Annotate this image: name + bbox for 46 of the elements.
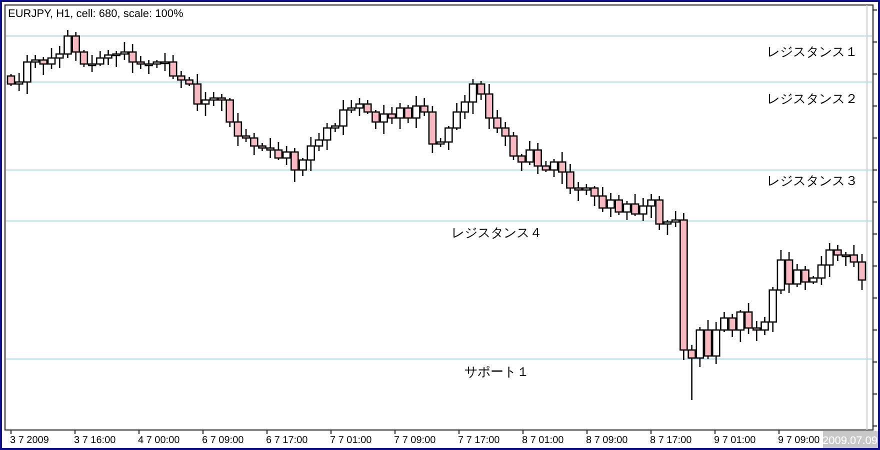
candlestick bbox=[776, 250, 786, 294]
time-label: 7 7 17:00 bbox=[458, 435, 500, 446]
candlestick bbox=[88, 55, 96, 72]
candlestick bbox=[736, 310, 745, 342]
time-label: 7 7 09:00 bbox=[394, 435, 436, 446]
candlestick bbox=[47, 48, 56, 69]
time-label: 3 7 16:00 bbox=[74, 435, 116, 446]
candlestick bbox=[606, 193, 615, 217]
candlestick bbox=[452, 103, 461, 130]
candlestick bbox=[501, 122, 510, 146]
level-label: レジスタンス４ bbox=[452, 226, 542, 241]
time-label: 7 7 01:00 bbox=[330, 435, 372, 446]
candlestick bbox=[526, 141, 534, 165]
time-label: 4 7 00:00 bbox=[138, 435, 180, 446]
candlestick bbox=[64, 30, 72, 58]
level-label: レジスタンス２ bbox=[767, 92, 858, 107]
time-label: 3 7 2009 bbox=[10, 435, 49, 446]
time-label: 8 7 09:00 bbox=[586, 435, 628, 446]
chart-title: EURJPY, H1, cell: 680, scale: 100% bbox=[8, 8, 184, 20]
candlestick bbox=[112, 51, 120, 67]
candlestick bbox=[728, 314, 736, 337]
candlestick bbox=[355, 98, 364, 116]
time-label: 8 7 17:00 bbox=[650, 435, 692, 446]
time-label: 6 7 17:00 bbox=[266, 435, 308, 446]
candlestick bbox=[274, 142, 283, 160]
level-label: サポート１ bbox=[464, 365, 530, 380]
level-label: レジスタンス３ bbox=[767, 174, 858, 189]
candlestick bbox=[598, 187, 607, 212]
time-label: 9 7 01:00 bbox=[714, 435, 756, 446]
level-label: レジスタンス１ bbox=[767, 45, 858, 60]
candlestick bbox=[614, 195, 623, 215]
time-label: 8 7 01:00 bbox=[522, 435, 564, 446]
candlestick bbox=[647, 194, 656, 218]
time-label: 9 7 09:00 bbox=[778, 435, 820, 446]
candlestick bbox=[104, 50, 112, 65]
candlestick bbox=[363, 100, 372, 114]
time-label: 6 7 09:00 bbox=[202, 435, 244, 446]
candlestick bbox=[696, 327, 704, 367]
candlestick bbox=[55, 46, 64, 68]
candlestick bbox=[704, 320, 712, 359]
candlestick bbox=[96, 51, 104, 66]
candlestick bbox=[639, 198, 648, 221]
candlestick bbox=[168, 55, 178, 79]
candlestick bbox=[630, 194, 640, 216]
candlestick bbox=[622, 201, 632, 220]
candlestick bbox=[39, 57, 48, 75]
